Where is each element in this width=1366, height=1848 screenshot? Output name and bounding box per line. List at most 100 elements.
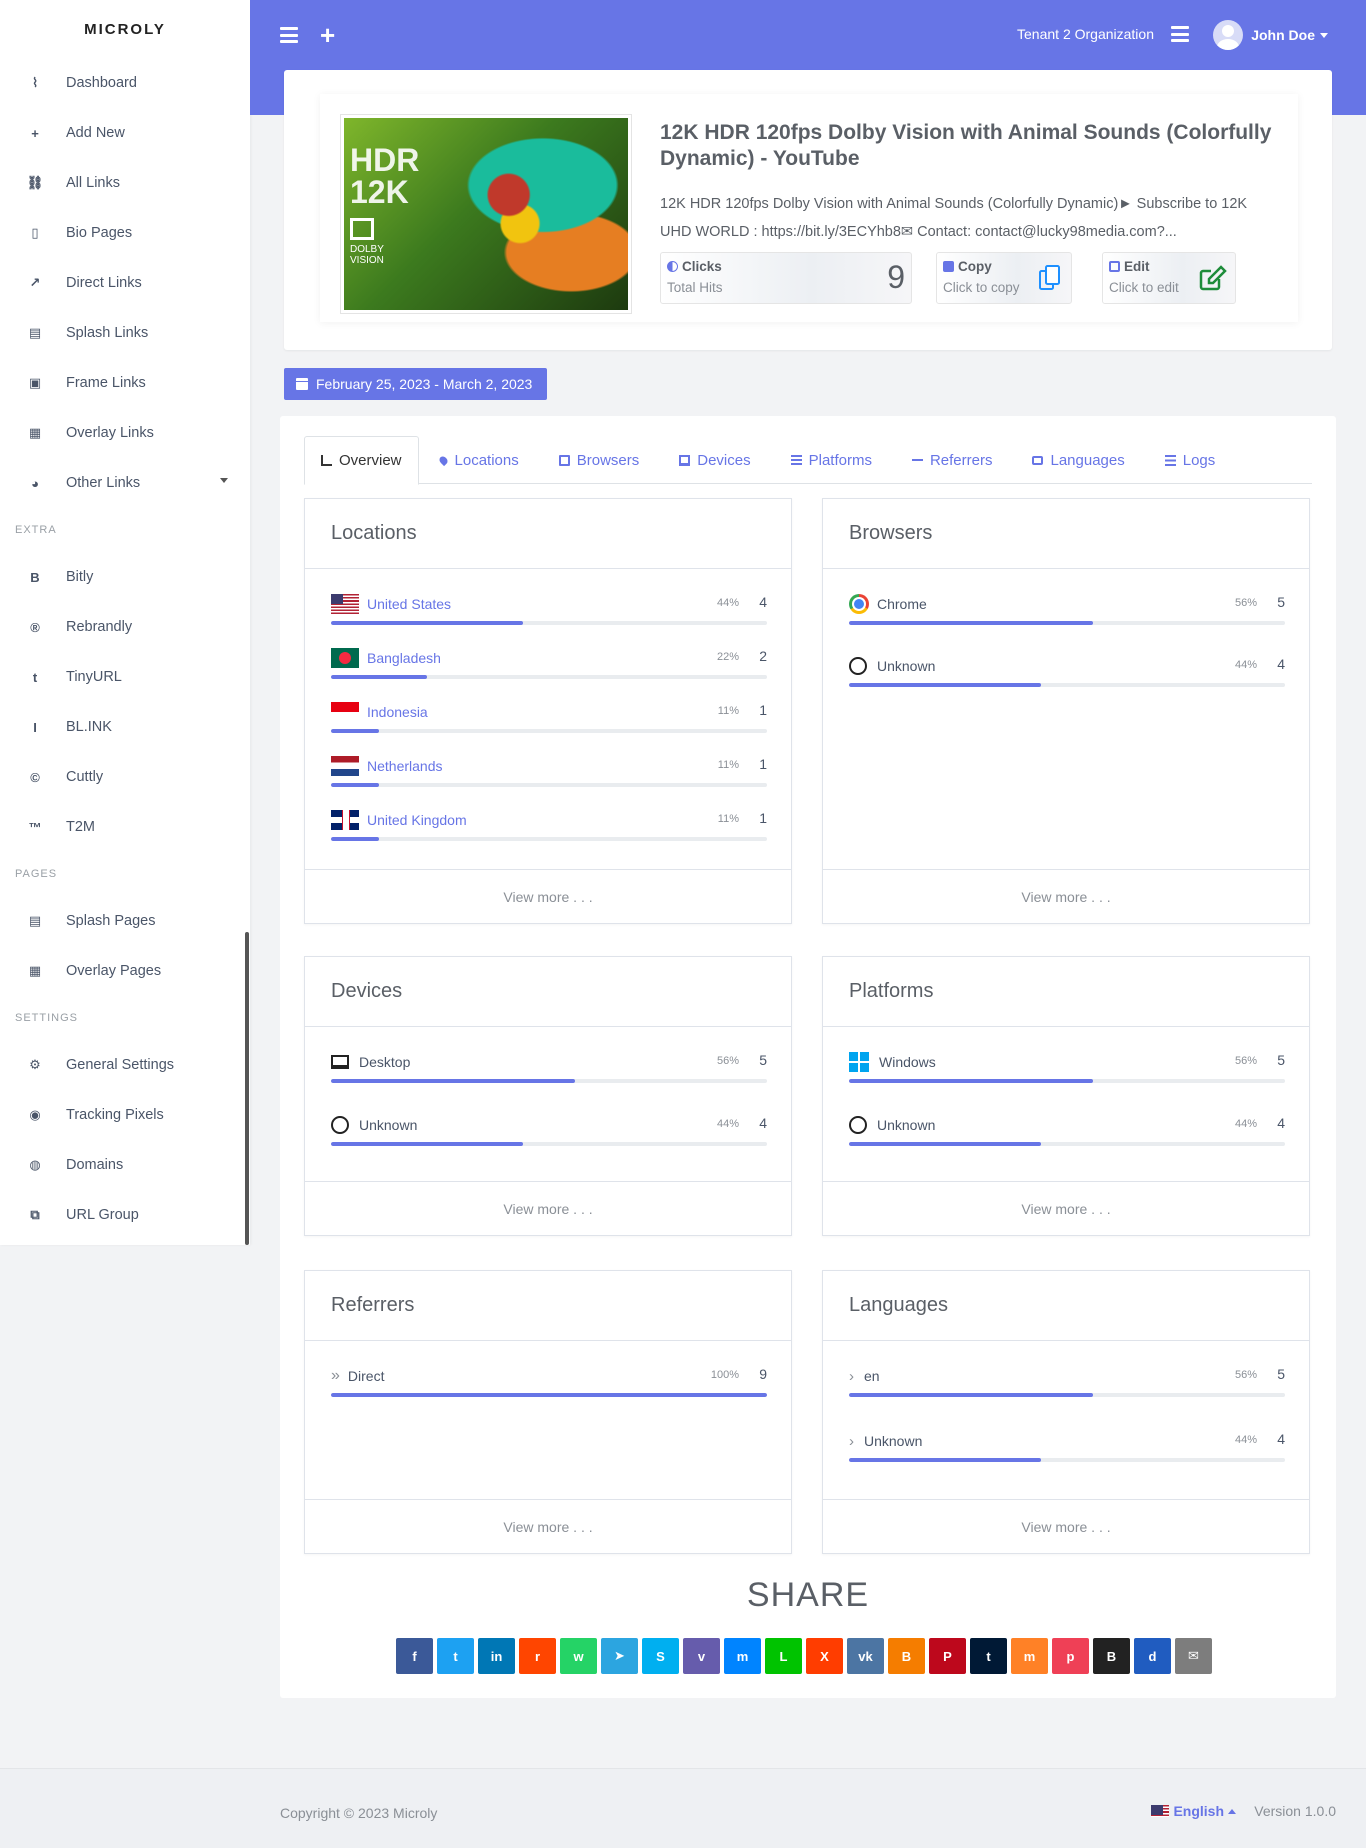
share-linkedin-button[interactable]: in <box>478 1638 515 1674</box>
tab-logs[interactable]: Logs <box>1145 436 1236 484</box>
brand-logo[interactable]: MICROLY <box>0 0 250 58</box>
edit-button[interactable]: Edit Click to edit <box>1102 252 1236 304</box>
share-messenger-button[interactable]: m <box>724 1638 761 1674</box>
sidebar-item-t2m[interactable]: ™ T2M <box>0 802 250 852</box>
list-item-name[interactable]: United States <box>331 593 451 615</box>
view-more-link[interactable]: View more . . . <box>305 869 791 923</box>
tab-browsers[interactable]: Browsers <box>539 436 660 484</box>
share-buttons: f t in r w ➤ Sv m L Xvk B Pt m p Bd ✉ <box>396 1638 1212 1674</box>
sidebar-item-other-links[interactable]: ◕ Other Links <box>0 458 250 508</box>
sidebar-scrollbar[interactable] <box>245 932 249 1245</box>
list-item-percent: 44% <box>716 1118 739 1130</box>
window-icon: ▤ <box>28 913 42 928</box>
skype-icon: S <box>656 1648 665 1664</box>
view-more-link[interactable]: View more . . . <box>305 1181 791 1235</box>
share-whatsapp-button[interactable]: w <box>560 1638 597 1674</box>
tab-languages[interactable]: Languages <box>1012 436 1144 484</box>
share-bootstrap-button[interactable]: B <box>1093 1638 1130 1674</box>
view-more-link[interactable]: View more . . . <box>823 869 1309 923</box>
share-reddit-button[interactable]: r <box>519 1638 556 1674</box>
list-item-name[interactable]: United Kingdom <box>331 809 467 831</box>
tab-referrers[interactable]: Referrers <box>892 436 1013 484</box>
view-more-link[interactable]: View more . . . <box>823 1181 1309 1235</box>
add-new-plus-icon[interactable]: + <box>320 22 335 48</box>
language-selector[interactable]: English <box>1151 1803 1236 1819</box>
user-menu[interactable]: John Doe <box>1213 20 1328 50</box>
sidebar-item-bio-pages[interactable]: ▯ Bio Pages <box>0 208 250 258</box>
sidebar-item-splash-links[interactable]: ▤ Splash Links <box>0 308 250 358</box>
sidebar-item-label: Frame Links <box>66 375 146 391</box>
share-skype-button[interactable]: S <box>642 1638 679 1674</box>
share-delicious-button[interactable]: d <box>1134 1638 1171 1674</box>
sidebar-item-frame-links[interactable]: ▣ Frame Links <box>0 358 250 408</box>
tab-label: Overview <box>339 452 402 469</box>
share-twitter-button[interactable]: t <box>437 1638 474 1674</box>
sidebar-item-all-links[interactable]: ⛓ All Links <box>0 158 250 208</box>
share-line-button[interactable]: L <box>765 1638 802 1674</box>
share-tumblr-button[interactable]: t <box>970 1638 1007 1674</box>
copy-button[interactable]: Copy Click to copy <box>936 252 1072 304</box>
window-icon: ▤ <box>28 325 42 340</box>
sidebar-item-label: Other Links <box>66 475 141 491</box>
share-pinterest-button[interactable]: P <box>929 1638 966 1674</box>
list-item: United Kingdom 11% 1 <box>331 809 767 843</box>
sidebar-item-dashboard[interactable]: ⌇ Dashboard <box>0 58 250 108</box>
share-telegram-button[interactable]: ➤ <box>601 1638 638 1674</box>
list-item-name[interactable]: Bangladesh <box>331 647 441 669</box>
organization-list-icon[interactable] <box>1171 26 1189 42</box>
date-range-picker[interactable]: February 25, 2023 - March 2, 2023 <box>284 368 547 400</box>
share-viber-button[interactable]: v <box>683 1638 720 1674</box>
tab-platforms[interactable]: Platforms <box>771 436 892 484</box>
list-item-label: Netherlands <box>367 758 443 774</box>
tab-overview[interactable]: Overview <box>304 436 419 485</box>
progress-fill <box>849 1458 1041 1462</box>
sidebar-item-overlay-pages[interactable]: ▦ Overlay Pages <box>0 946 250 996</box>
sidebar-item-tinyurl[interactable]: t TinyURL <box>0 652 250 702</box>
sidebar-item-overlay-links[interactable]: ▦ Overlay Links <box>0 408 250 458</box>
list-item-name: Windows <box>849 1051 936 1073</box>
list-item-name[interactable]: Netherlands <box>331 755 443 777</box>
menu-toggle-icon[interactable] <box>280 27 298 43</box>
progress-bar <box>849 1079 1285 1083</box>
list-item: Desktop 56% 5 <box>331 1051 767 1085</box>
sidebar-item-general-settings[interactable]: ⚙ General Settings <box>0 1040 250 1090</box>
sidebar-item-label: Splash Links <box>66 325 149 341</box>
list-item: » Direct 100% 9 <box>331 1365 767 1399</box>
sidebar-item-add-new[interactable]: + Add New <box>0 108 250 158</box>
sidebar-item-url-group[interactable]: ⧉ URL Group <box>0 1190 250 1240</box>
browsers-card: Browsers Chrome 56% 5 Unknown 44% 4 View more .… <box>822 498 1310 924</box>
avatar <box>1213 20 1244 50</box>
tab-locations[interactable]: Locations <box>419 436 539 484</box>
view-more-link[interactable]: View more . . . <box>305 1499 791 1553</box>
tab-devices[interactable]: Devices <box>659 436 770 484</box>
sidebar-item-splash-pages[interactable]: ▤ Splash Pages <box>0 896 250 946</box>
clicks-value: 9 <box>887 259 905 295</box>
list-icon <box>1164 454 1176 466</box>
progress-bar <box>849 1393 1285 1397</box>
sidebar-item-label: Bio Pages <box>66 225 133 241</box>
list-item-label: Unknown <box>877 658 936 674</box>
sidebar-item-direct-links[interactable]: ↗ Direct Links <box>0 258 250 308</box>
list-item: Indonesia 11% 1 <box>331 701 767 735</box>
share-pocket-button[interactable]: p <box>1052 1638 1089 1674</box>
list-item-name[interactable]: Indonesia <box>331 701 428 723</box>
share-xing-button[interactable]: X <box>806 1638 843 1674</box>
sidebar-item-tracking-pixels[interactable]: ◉ Tracking Pixels <box>0 1090 250 1140</box>
vk-icon: vk <box>858 1648 873 1664</box>
share-vk-button[interactable]: vk <box>847 1638 884 1674</box>
sidebar-item-rebrandly[interactable]: ® Rebrandly <box>0 602 250 652</box>
view-more-link[interactable]: View more . . . <box>823 1499 1309 1553</box>
progress-bar <box>331 675 767 679</box>
overlay-icon: ▦ <box>28 425 42 440</box>
share-blogger-button[interactable]: B <box>888 1638 925 1674</box>
share-facebook-button[interactable]: f <box>396 1638 433 1674</box>
sidebar-item-bl-ink[interactable]: I BL.INK <box>0 702 250 752</box>
languages-card: Languages › en 56% 5 › Unknown 44% 4 View more . … <box>822 1270 1310 1554</box>
share-email-button[interactable]: ✉ <box>1175 1638 1212 1674</box>
organization-name[interactable]: Tenant 2 Organization <box>1017 26 1154 42</box>
sidebar-item-cuttly[interactable]: © Cuttly <box>0 752 250 802</box>
sidebar-item-bitly[interactable]: B Bitly <box>0 552 250 602</box>
share-mix-button[interactable]: m <box>1011 1638 1048 1674</box>
sidebar-item-domains[interactable]: ◍ Domains <box>0 1140 250 1190</box>
list-item-name: › Unknown <box>849 1430 922 1452</box>
